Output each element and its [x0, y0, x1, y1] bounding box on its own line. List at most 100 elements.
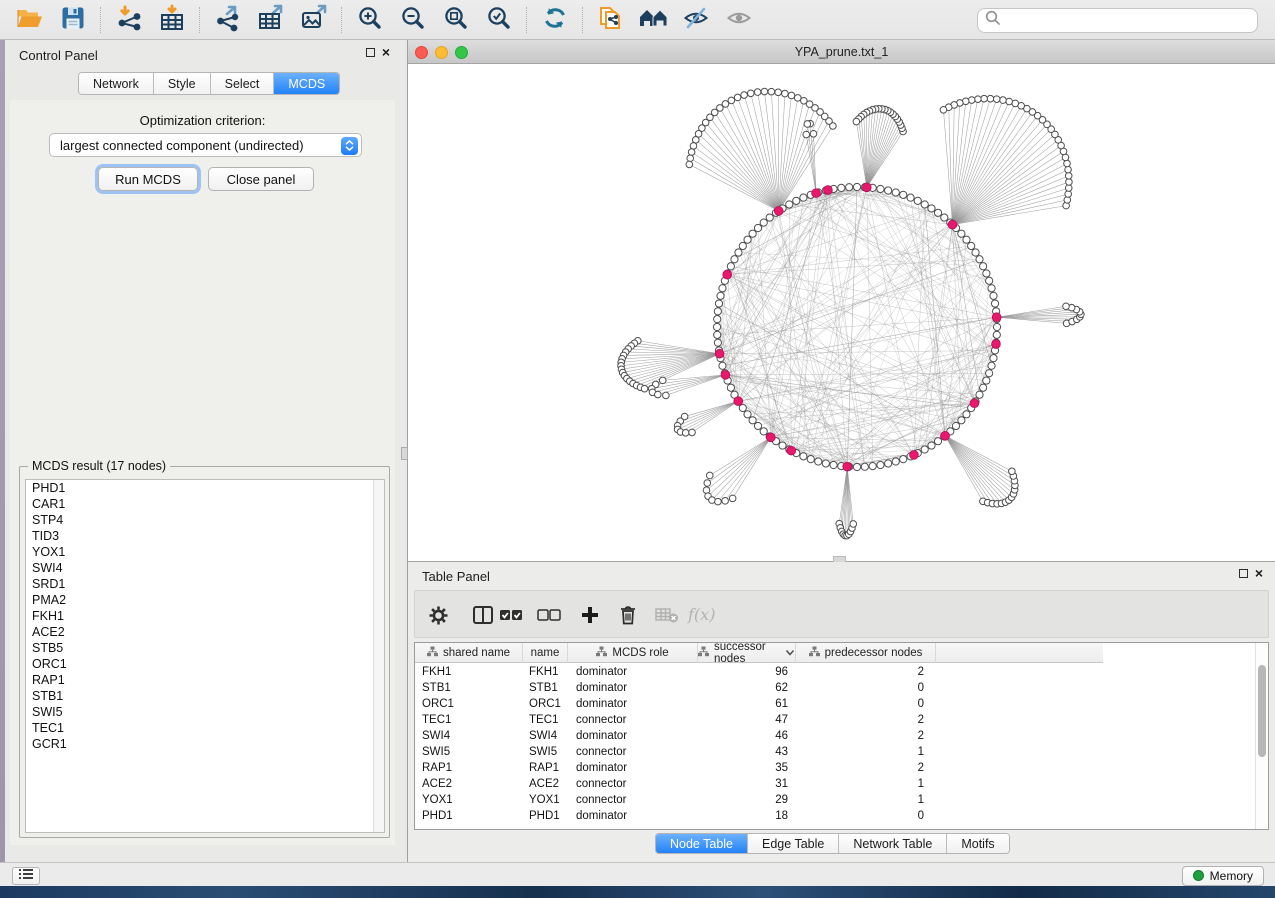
float-table-panel-icon[interactable] [1239, 569, 1248, 578]
tab-network-table[interactable]: Network Table [839, 834, 947, 853]
show-all-button[interactable] [718, 0, 761, 40]
cell-shared-name: PHD1 [415, 810, 523, 822]
mcds-result-item[interactable]: SWI4 [26, 560, 384, 576]
table-row-SWI5[interactable]: SWI5SWI5connector431 [415, 744, 1255, 760]
show-columns-button[interactable] [469, 601, 497, 629]
search-input[interactable] [1006, 14, 1257, 28]
status-menu-button[interactable] [12, 867, 40, 885]
network-graph[interactable] [408, 64, 1275, 562]
mcds-result-item[interactable]: ACE2 [26, 624, 384, 640]
first-neighbors-button[interactable] [632, 0, 675, 40]
duplicate-network-button[interactable] [589, 0, 632, 40]
select-all-button[interactable] [497, 601, 525, 629]
memory-status-icon [1193, 870, 1204, 881]
table-panel: Table Panel × f(x) shared namenameMCDS r… [408, 562, 1275, 862]
cell-shared-name: SWI4 [415, 730, 523, 742]
mcds-list-scrollbar[interactable] [373, 480, 384, 832]
close-table-panel-icon[interactable]: × [1255, 569, 1263, 578]
mcds-result-item[interactable]: TID3 [26, 528, 384, 544]
criterion-select[interactable]: largest connected component (undirected) [49, 133, 362, 157]
cell-name: ACE2 [523, 778, 568, 790]
mcds-result-item[interactable]: STB1 [26, 688, 384, 704]
table-row-PHD1[interactable]: PHD1PHD1dominator180 [415, 808, 1255, 824]
mcds-result-item[interactable]: GCR1 [26, 736, 384, 752]
mcds-result-group: MCDS result (17 nodes) PHD1CAR1STP4TID3Y… [19, 466, 390, 838]
desktop-wallpaper [0, 886, 1275, 898]
close-panel-icon[interactable]: × [382, 48, 390, 57]
mcds-result-item[interactable]: SRD1 [26, 576, 384, 592]
export-image-button[interactable] [292, 0, 335, 40]
tab-network[interactable]: Network [79, 73, 154, 94]
delete-table-button [649, 601, 685, 629]
refresh-button[interactable] [533, 0, 576, 40]
delete-columns-button[interactable] [614, 601, 642, 629]
search-box[interactable] [977, 8, 1258, 33]
run-mcds-button[interactable]: Run MCDS [98, 167, 198, 191]
mcds-result-item[interactable]: SWI5 [26, 704, 384, 720]
table-row-RAP1[interactable]: RAP1RAP1dominator352 [415, 760, 1255, 776]
table-row-TEC1[interactable]: TEC1TEC1connector472 [415, 712, 1255, 728]
memory-button[interactable]: Memory [1182, 866, 1264, 886]
tab-mcds[interactable]: MCDS [274, 73, 339, 94]
column-header-MCDS-role[interactable]: MCDS role [568, 643, 698, 663]
mcds-result-item[interactable]: YOX1 [26, 544, 384, 560]
table-scrollbar[interactable] [1255, 643, 1268, 829]
unselect-all-button[interactable] [535, 601, 563, 629]
zoom-out-button[interactable] [391, 0, 434, 40]
table-row-SWI4[interactable]: SWI4SWI4dominator462 [415, 728, 1255, 744]
table-settings-button[interactable] [424, 601, 452, 629]
toolbar-separator [582, 7, 583, 33]
mcds-result-item[interactable]: RAP1 [26, 672, 384, 688]
open-file-button[interactable] [8, 0, 51, 40]
zoom-fit-button[interactable] [434, 0, 477, 40]
mcds-result-item[interactable]: CAR1 [26, 496, 384, 512]
hide-selected-button[interactable] [675, 0, 718, 40]
tab-node-table[interactable]: Node Table [656, 834, 748, 853]
table-row-ORC1[interactable]: ORC1ORC1dominator610 [415, 696, 1255, 712]
create-column-button[interactable] [576, 601, 604, 629]
column-header-shared-name[interactable]: shared name [415, 643, 523, 663]
mcds-result-list[interactable]: PHD1CAR1STP4TID3YOX1SWI4SRD1PMA2FKH1ACE2… [25, 479, 385, 833]
zoom-in-button[interactable] [348, 0, 391, 40]
mcds-result-item[interactable]: PMA2 [26, 592, 384, 608]
cell-shared-name: FKH1 [415, 666, 523, 678]
cell-successor-nodes: 29 [698, 794, 796, 806]
cell-name: FKH1 [523, 666, 568, 678]
mcds-result-item[interactable]: ORC1 [26, 656, 384, 672]
column-header-predecessor-nodes[interactable]: predecessor nodes [796, 643, 936, 663]
vertical-splitter-handle[interactable] [401, 447, 408, 460]
table-scrollbar-thumb[interactable] [1258, 665, 1266, 757]
column-header-successor-nodes[interactable]: successor nodes [698, 643, 796, 663]
import-table-button[interactable] [150, 0, 193, 40]
tab-edge-table[interactable]: Edge Table [748, 834, 839, 853]
table-row-YOX1[interactable]: YOX1YOX1connector291 [415, 792, 1255, 808]
mcds-result-item[interactable]: FKH1 [26, 608, 384, 624]
mcds-result-item[interactable]: PHD1 [26, 480, 384, 496]
export-network-button[interactable] [206, 0, 249, 40]
network-canvas[interactable] [408, 64, 1275, 562]
column-header-name[interactable]: name [523, 643, 568, 663]
cell-shared-name: ORC1 [415, 698, 523, 710]
table-row-STB1[interactable]: STB1STB1dominator620 [415, 680, 1255, 696]
save-session-button[interactable] [51, 0, 94, 40]
cell-name: RAP1 [523, 762, 568, 774]
cell-MCDS-role: connector [568, 746, 698, 758]
table-row-ACE2[interactable]: ACE2ACE2connector311 [415, 776, 1255, 792]
tab-select[interactable]: Select [211, 73, 275, 94]
network-titlebar[interactable]: YPA_prune.txt_1 [408, 40, 1275, 64]
tab-motifs[interactable]: Motifs [947, 834, 1008, 853]
mcds-result-item[interactable]: STB5 [26, 640, 384, 656]
column-type-icon [427, 646, 438, 660]
cell-name: ORC1 [523, 698, 568, 710]
tab-style[interactable]: Style [154, 73, 211, 94]
zoom-selected-button[interactable] [477, 0, 520, 40]
table-row-FKH1[interactable]: FKH1FKH1dominator962 [415, 664, 1255, 680]
mcds-result-item[interactable]: STP4 [26, 512, 384, 528]
cell-MCDS-role: connector [568, 778, 698, 790]
export-table-button[interactable] [249, 0, 292, 40]
mcds-result-item[interactable]: TEC1 [26, 720, 384, 736]
import-network-button[interactable] [107, 0, 150, 40]
float-panel-icon[interactable] [366, 48, 375, 57]
zoom-in-icon [357, 5, 383, 34]
close-panel-button[interactable]: Close panel [208, 167, 314, 191]
